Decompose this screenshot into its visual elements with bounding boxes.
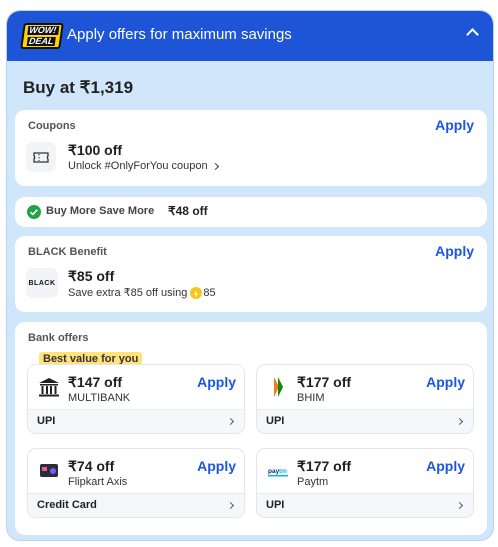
black-desc-row: Save extra ₹85 off using 85 [68, 286, 216, 299]
bank-offer-flipkart-axis[interactable]: ₹74 off Flipkart Axis Apply Credit Card [27, 448, 245, 518]
black-logo-text: BLACK [28, 279, 56, 287]
credit-card-icon [37, 459, 61, 483]
offer-method: UPI [266, 499, 285, 511]
offer-footer[interactable]: UPI [257, 409, 473, 433]
paytm-logo-icon: pay tm [266, 459, 290, 483]
black-benefit-label: BLACK Benefit [28, 246, 107, 258]
chevron-right-icon [226, 417, 235, 426]
offer-bank-name: BHIM [297, 392, 325, 404]
black-desc-text: Save extra ₹85 off using [68, 287, 188, 299]
buy-more-save-more-strip[interactable]: Buy More Save More ₹48 off [15, 197, 487, 227]
bank-building-icon [37, 375, 61, 399]
coupon-ticket-icon [26, 142, 56, 172]
bank-offers-label: Bank offers [28, 332, 89, 344]
offer-method: UPI [37, 415, 56, 427]
offer-apply-button[interactable]: Apply [426, 374, 465, 390]
offer-footer[interactable]: Credit Card [28, 493, 244, 517]
wow-deal-badge: WOW! DEAL [20, 23, 64, 49]
supercoin-icon [190, 286, 203, 299]
coupons-label: Coupons [28, 120, 76, 132]
chevron-right-icon [226, 501, 235, 510]
offers-header[interactable]: WOW! DEAL Apply offers for maximum savin… [7, 11, 493, 61]
offer-method: Credit Card [37, 499, 97, 511]
offer-discount: ₹147 off [68, 374, 123, 390]
black-apply-button[interactable]: Apply [435, 243, 474, 259]
svg-text:tm: tm [279, 468, 287, 475]
coupon-discount: ₹100 off [68, 142, 123, 158]
offer-footer[interactable]: UPI [28, 409, 244, 433]
black-logo: BLACK [26, 268, 58, 298]
offer-bank-name: Paytm [297, 476, 329, 488]
offer-discount: ₹177 off [297, 374, 352, 390]
offer-apply-button[interactable]: Apply [426, 458, 465, 474]
bhim-logo-icon [266, 375, 290, 399]
black-discount: ₹85 off [68, 268, 115, 284]
offer-footer[interactable]: UPI [257, 493, 473, 517]
bank-offer-multibank[interactable]: ₹147 off MULTIBANK Apply UPI [27, 364, 245, 434]
buy-more-label: Buy More Save More [46, 205, 155, 217]
buy-at-price: Buy at ₹1,319 [23, 78, 134, 97]
bank-offers-card: Bank offers Best value for you ₹147 off … [15, 322, 487, 535]
coupon-unlock-text: Unlock #OnlyForYou coupon [68, 160, 208, 172]
chevron-right-icon [455, 417, 464, 426]
offer-bank-name: MULTIBANK [68, 392, 131, 404]
svg-text:pay: pay [268, 468, 280, 475]
offers-header-title: Apply offers for maximum savings [67, 26, 292, 43]
chevron-right-icon [211, 162, 219, 170]
bank-offer-bhim[interactable]: ₹177 off BHIM Apply UPI [256, 364, 474, 434]
supercoin-amount: 85 [203, 286, 216, 299]
offers-panel: WOW! DEAL Apply offers for maximum savin… [6, 10, 494, 541]
buy-more-amount: ₹48 off [168, 204, 208, 218]
offer-discount: ₹177 off [297, 458, 352, 474]
black-benefit-card: BLACK Benefit Apply BLACK ₹85 off Save e… [15, 236, 487, 312]
check-circle-icon [27, 205, 41, 219]
offer-method: UPI [266, 415, 285, 427]
offer-bank-name: Flipkart Axis [68, 476, 128, 488]
coupon-unlock-link[interactable]: Unlock #OnlyForYou coupon [68, 160, 219, 172]
badge-line-2: DEAL [26, 36, 57, 46]
badge-line-1: WOW! [26, 25, 59, 35]
chevron-right-icon [455, 501, 464, 510]
offer-discount: ₹74 off [68, 458, 115, 474]
coupons-card: Coupons Apply ₹100 off Unlock #OnlyForYo… [15, 110, 487, 186]
chevron-up-icon[interactable] [466, 28, 479, 41]
bank-offer-paytm[interactable]: pay tm ₹177 off Paytm Apply UPI [256, 448, 474, 518]
coupon-apply-button[interactable]: Apply [435, 117, 474, 133]
offer-apply-button[interactable]: Apply [197, 374, 236, 390]
offer-apply-button[interactable]: Apply [197, 458, 236, 474]
